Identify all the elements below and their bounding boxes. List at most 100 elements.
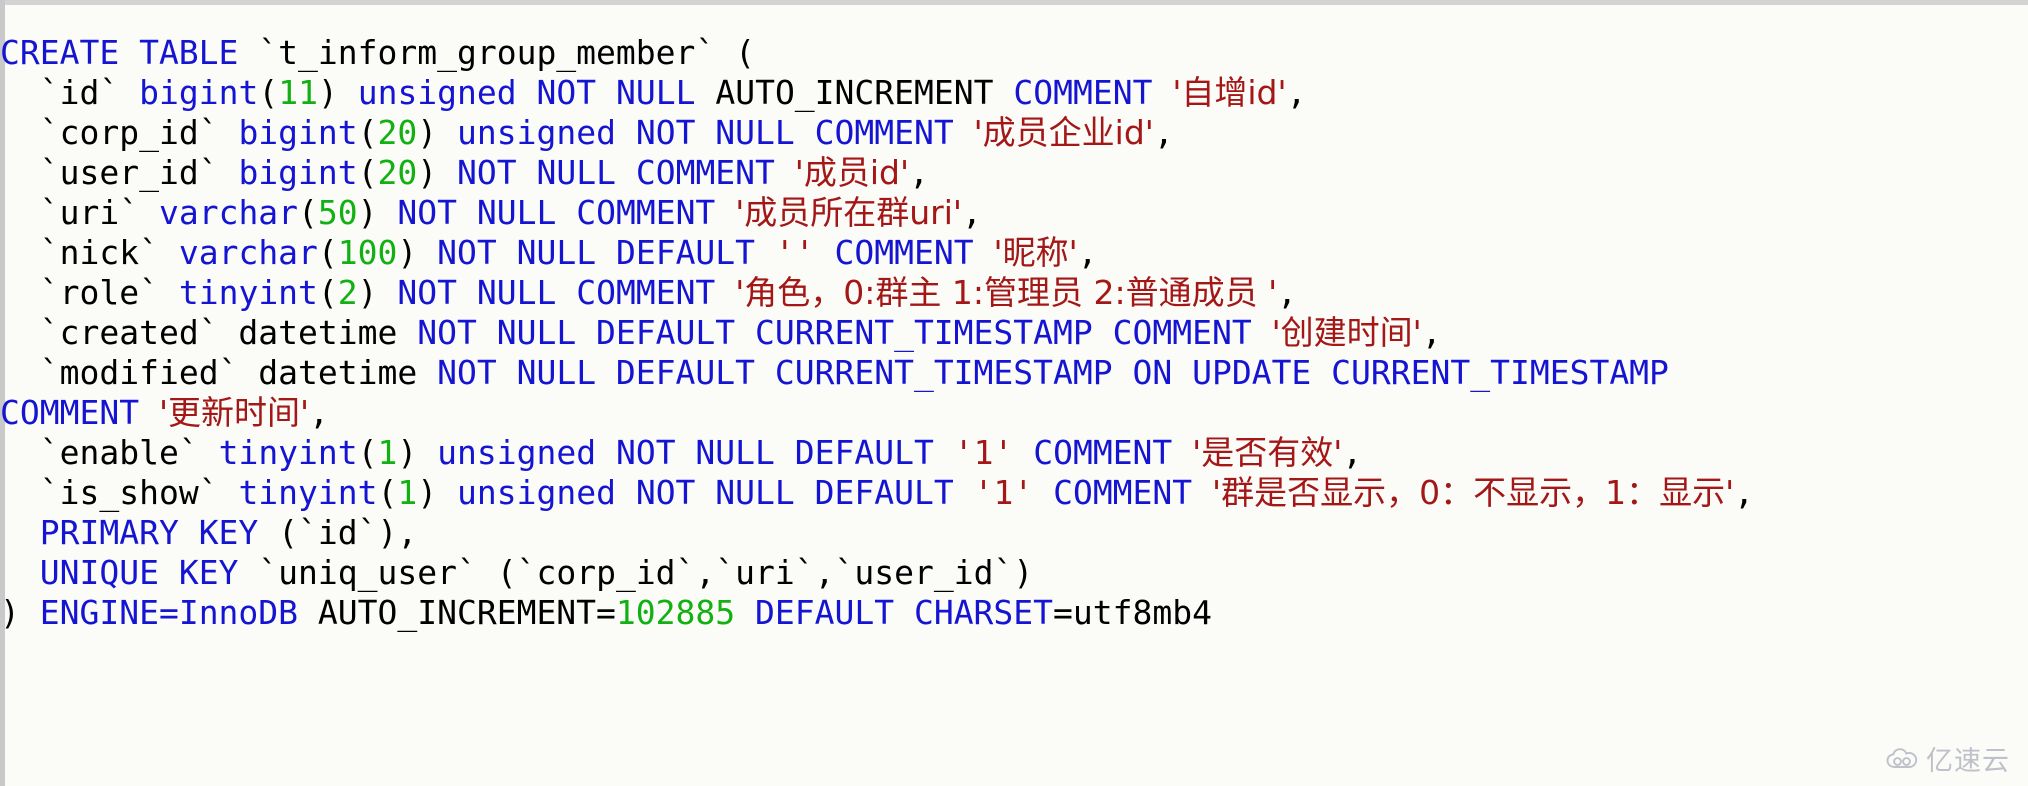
code-token-pun: , — [814, 553, 835, 592]
code-token-pun: , — [1342, 433, 1363, 472]
code-token-pun — [0, 433, 40, 472]
sql-code-block[interactable]: CREATE TABLE `t_inform_group_member` ( `… — [0, 33, 2028, 633]
code-token-pun — [0, 513, 40, 552]
code-token-str: '成员企业id' — [973, 113, 1154, 152]
code-token-str: '角色，0:群主 1:管理员 2:普通成员 ' — [735, 273, 1278, 312]
code-token-pun — [775, 153, 795, 192]
code-token-pun — [1252, 313, 1272, 352]
code-token-kw: unsigned NOT NULL DEFAULT — [457, 473, 954, 512]
code-token-pun — [0, 113, 40, 152]
code-line: `corp_id` bigint(20) unsigned NOT NULL C… — [0, 113, 2028, 153]
code-token-str: '1' — [953, 433, 1014, 472]
code-line: PRIMARY KEY (`id`), — [0, 513, 2028, 553]
code-line: `role` tinyint(2) NOT NULL COMMENT '角色，0… — [0, 273, 2028, 313]
code-token-id: datetime — [218, 313, 418, 352]
code-token-pun: , — [1286, 73, 1307, 112]
code-line: UNIQUE KEY `uniq_user` (`corp_id`,`uri`,… — [0, 553, 2028, 593]
code-token-pun: ) — [417, 113, 458, 152]
code-token-pun — [1172, 433, 1192, 472]
code-token-pun: ), — [377, 513, 418, 552]
code-token-id: `id` — [298, 513, 378, 552]
code-token-id: `uri` — [39, 193, 140, 232]
code-token-kw: tinyint — [178, 273, 318, 312]
code-line: `nick` varchar(100) NOT NULL DEFAULT '' … — [0, 233, 2028, 273]
code-token-pun: ) — [397, 433, 438, 472]
code-token-kw: NOT NULL COMMENT — [397, 273, 716, 312]
top-edge-band — [0, 0, 2028, 5]
code-token-pun — [159, 273, 179, 312]
code-token-pun: ( — [258, 513, 299, 552]
code-token-id: `enable` — [39, 433, 199, 472]
code-token-pun: ) — [1013, 553, 1034, 592]
code-line: `enable` tinyint(1) unsigned NOT NULL DE… — [0, 433, 2028, 473]
code-line: `created` datetime NOT NULL DEFAULT CURR… — [0, 313, 2028, 353]
code-token-pun — [815, 233, 835, 272]
code-token-kw: unsigned NOT NULL — [357, 73, 696, 112]
code-token-kw: DEFAULT CHARSET — [755, 593, 1054, 632]
code-token-num: 20 — [377, 153, 418, 192]
code-token-pun — [0, 553, 40, 592]
code-token-id: `uri` — [715, 553, 815, 592]
code-token-pun: ( — [317, 273, 338, 312]
code-line: `id` bigint(11) unsigned NOT NULL AUTO_I… — [0, 73, 2028, 113]
code-token-kw: unsigned NOT NULL COMMENT — [457, 113, 954, 152]
code-token-kw: COMMENT — [1033, 433, 1173, 472]
code-token-str: '成员所在群uri' — [735, 193, 962, 232]
code-token-str: '是否有效' — [1192, 433, 1343, 472]
code-token-kw: COMMENT — [1053, 473, 1193, 512]
code-token-pun — [219, 113, 239, 152]
code-token-pun: , — [1421, 313, 1442, 352]
code-token-kw: CREATE TABLE — [0, 33, 239, 72]
code-token-pun: ( — [357, 433, 378, 472]
code-token-num: 11 — [278, 73, 318, 112]
code-token-pun — [139, 193, 159, 232]
code-token-pun: ( — [357, 113, 378, 152]
code-token-num: 1 — [377, 433, 398, 472]
code-token-pun — [0, 73, 40, 112]
code-token-num: 100 — [337, 233, 398, 272]
code-token-kw: bigint — [238, 113, 358, 152]
code-token-pun: ( — [476, 553, 517, 592]
sql-code-screenshot: CREATE TABLE `t_inform_group_member` ( `… — [0, 0, 2028, 786]
code-token-pun — [238, 553, 258, 592]
code-token-pun — [715, 273, 735, 312]
code-token-pun — [0, 473, 40, 512]
code-token-pun: ) — [417, 473, 458, 512]
code-token-pun: ( — [715, 33, 756, 72]
code-token-pun — [755, 233, 775, 272]
cloud-icon — [1886, 747, 1920, 771]
code-token-pun — [934, 433, 954, 472]
site-watermark: 亿速云 — [1886, 739, 2010, 778]
code-token-pun: ) — [357, 193, 398, 232]
code-line: COMMENT '更新时间', — [0, 393, 2028, 433]
code-token-pun — [0, 353, 40, 392]
code-token-pun: ( — [298, 193, 318, 232]
code-token-pun: , — [695, 553, 716, 592]
code-token-pun — [735, 593, 755, 632]
code-token-pun — [0, 233, 40, 272]
code-token-pun — [715, 193, 735, 232]
code-line: CREATE TABLE `t_inform_group_member` ( — [0, 33, 2028, 73]
code-token-kw: NOT NULL DEFAULT CURRENT_TIMESTAMP ON UP… — [437, 353, 1669, 392]
code-token-kw: unsigned NOT NULL DEFAULT — [437, 433, 934, 472]
code-token-id: `modified` — [39, 353, 239, 392]
code-token-kw: varchar — [178, 233, 318, 272]
code-token-id: AUTO_INCREMENT — [695, 73, 1014, 112]
code-token-kw: tinyint — [238, 473, 378, 512]
code-token-id: `role` — [39, 273, 159, 312]
code-token-pun — [1033, 473, 1053, 512]
code-token-pun — [139, 393, 159, 432]
code-token-kw: bigint — [139, 73, 259, 112]
code-token-id: AUTO_INCREMENT= — [298, 593, 616, 632]
code-token-pun — [219, 153, 239, 192]
code-token-num: 2 — [337, 273, 358, 312]
code-line: `is_show` tinyint(1) unsigned NOT NULL D… — [0, 473, 2028, 513]
code-token-str: '' — [774, 233, 815, 272]
code-line: ) ENGINE=InnoDB AUTO_INCREMENT=102885 DE… — [0, 593, 2028, 633]
code-token-id: `id` — [39, 73, 120, 112]
code-token-str: '创建时间' — [1271, 313, 1422, 352]
code-token-id: `user_id` — [39, 153, 219, 192]
code-line: `user_id` bigint(20) NOT NULL COMMENT '成… — [0, 153, 2028, 193]
code-token-pun — [159, 233, 179, 272]
code-token-id: `nick` — [39, 233, 159, 272]
